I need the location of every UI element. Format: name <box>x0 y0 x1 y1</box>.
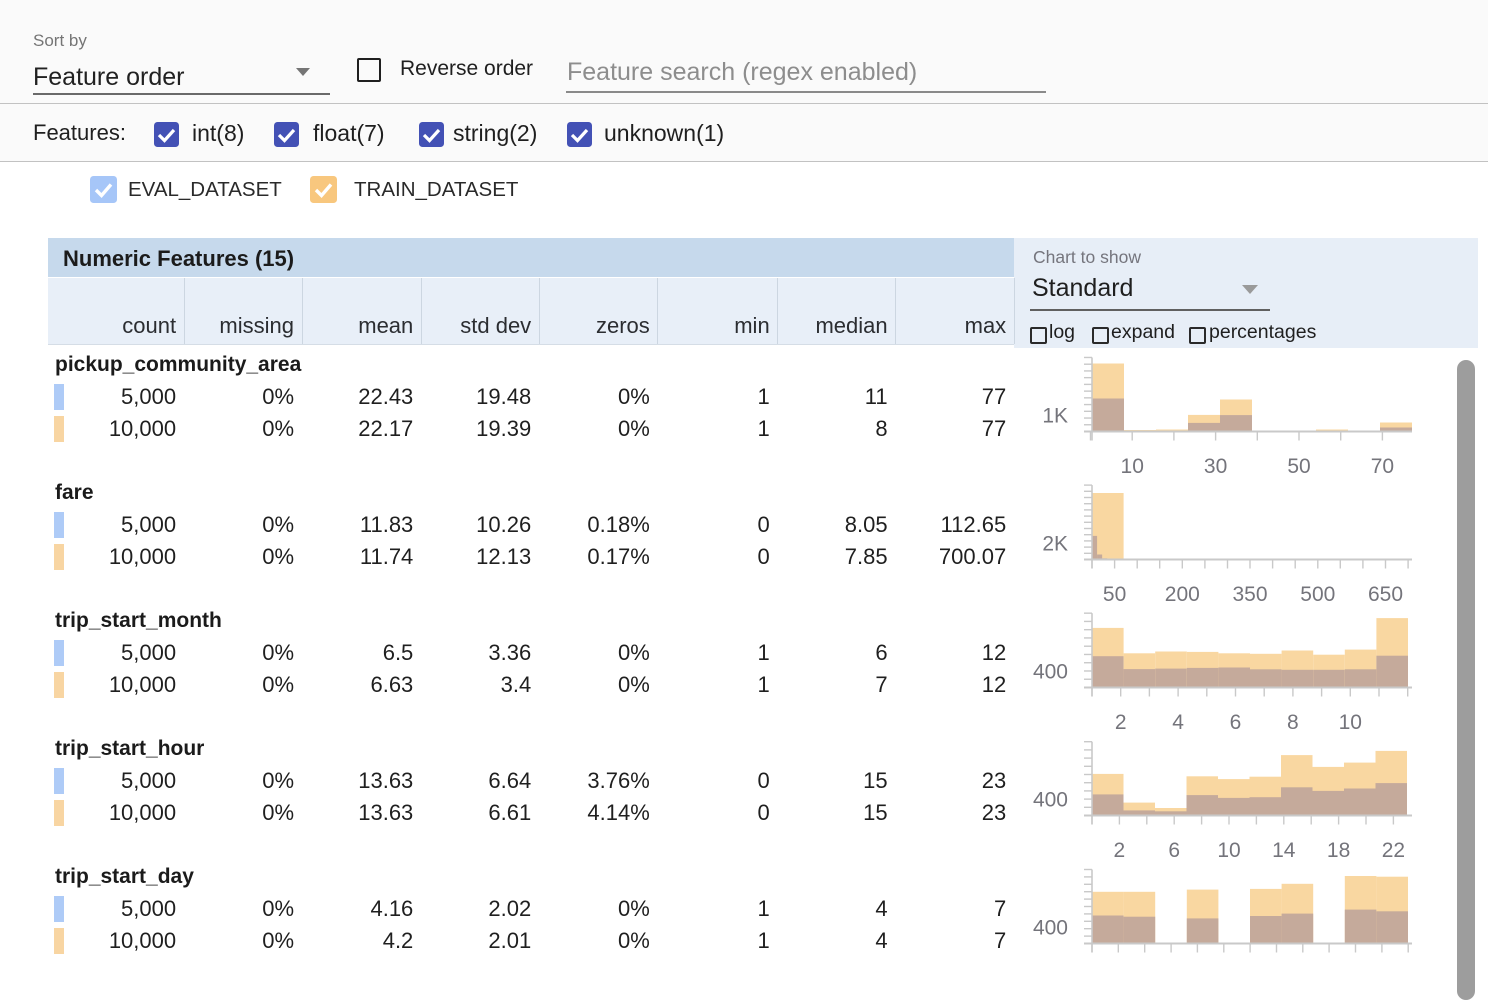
svg-text:500: 500 <box>1300 583 1335 606</box>
svg-text:400: 400 <box>1033 789 1068 812</box>
svg-text:200: 200 <box>1165 583 1200 606</box>
svg-text:8: 8 <box>1287 711 1299 734</box>
svg-text:22: 22 <box>1382 839 1405 862</box>
svg-text:50: 50 <box>1287 455 1310 478</box>
svg-text:2K: 2K <box>1042 533 1068 556</box>
svg-text:400: 400 <box>1033 661 1068 684</box>
svg-text:30: 30 <box>1204 455 1227 478</box>
svg-text:14: 14 <box>1272 839 1296 862</box>
svg-text:10: 10 <box>1339 711 1362 734</box>
svg-text:650: 650 <box>1368 583 1403 606</box>
svg-text:6: 6 <box>1168 839 1180 862</box>
svg-text:70: 70 <box>1371 455 1394 478</box>
svg-text:2: 2 <box>1114 839 1126 862</box>
svg-text:2: 2 <box>1115 711 1127 734</box>
svg-text:18: 18 <box>1327 839 1350 862</box>
svg-text:6: 6 <box>1230 711 1242 734</box>
svg-text:1K: 1K <box>1042 405 1068 428</box>
svg-text:350: 350 <box>1232 583 1267 606</box>
svg-text:400: 400 <box>1033 917 1068 940</box>
svg-text:10: 10 <box>1121 455 1144 478</box>
svg-text:50: 50 <box>1103 583 1126 606</box>
svg-text:10: 10 <box>1217 839 1240 862</box>
svg-text:4: 4 <box>1172 711 1184 734</box>
